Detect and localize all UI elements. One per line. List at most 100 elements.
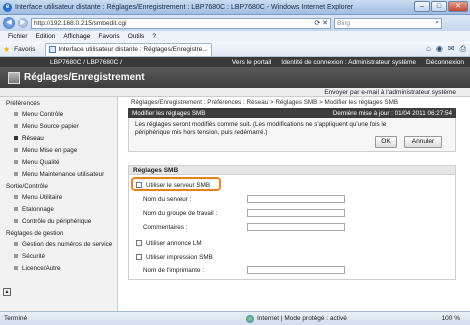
sidebar-section-gestion: Réglages de gestion [6,230,64,237]
sidebar-item-maintenance[interactable]: Menu Maintenance utilisateur [0,168,117,180]
menu-file[interactable]: Fichier [8,33,28,40]
status-text: Terminé [4,315,28,322]
menu-view[interactable]: Affichage [63,33,90,40]
feeds-icon[interactable]: ◉ [436,44,443,54]
use-lm-checkbox[interactable] [136,240,142,246]
use-smb-server-label: Utiliser le serveur SMB [146,181,211,189]
sidebar-item-menu-controle[interactable]: Menu Contrôle [0,108,117,120]
settings-icon [8,71,20,84]
favorites-star-icon[interactable]: ★ [3,45,10,54]
sidebar-item-qualite[interactable]: Menu Qualité [0,156,117,168]
search-placeholder: Bing [337,19,351,27]
favorites-bar: ★ Favoris Interface utilisateur distante… [0,42,470,57]
bullet-icon [14,136,18,140]
bullet-icon [14,242,18,246]
logout-link[interactable]: Déconnexion [426,59,464,66]
menu-help[interactable]: ? [152,33,156,40]
use-lm-label: Utiliser annonce LM [146,239,202,247]
email-bar: Envoyer par e-mail à l'administrateur sy… [0,88,470,97]
bullet-icon [14,160,18,164]
minimize-button[interactable]: – [414,1,430,12]
zoom-level[interactable]: 100 % [442,315,460,322]
ie-logo-icon: e [3,2,12,12]
panel-title: Modifier les réglages SMB [132,109,206,117]
sidebar-item-utilitaire[interactable]: Menu Utilitaire [0,191,117,203]
sidebar-item-label: Réseau [22,134,44,142]
print-icon[interactable]: ⎙ [460,44,466,54]
breadcrumb: Réglages/Enregistrement : Préférences : … [131,99,399,106]
cancel-button[interactable]: Annuler [404,136,442,148]
sidebar-item-label: Menu Qualité [22,158,60,166]
status-bar: Terminé Internet | Mode protégé : activé… [0,311,470,325]
use-smb-server-checkbox[interactable] [136,182,142,188]
url-field[interactable]: http://192.168.0.215/smbedit.cgi ⟳ ✕ [31,17,331,29]
use-smb-server-row[interactable]: Utiliser le serveur SMB [136,180,210,190]
url-text: http://192.168.0.215/smbedit.cgi [34,19,127,27]
sidebar-item-reseau[interactable]: Réseau [0,132,117,144]
bullet-icon [14,112,18,116]
use-smb-print-label: Utiliser impression SMB [146,253,213,261]
email-admin-link[interactable]: Envoyer par e-mail à l'administrateur sy… [324,89,456,96]
bullet-icon [14,148,18,152]
use-smb-print-checkbox[interactable] [136,254,142,260]
comments-input[interactable] [247,223,345,231]
main-panel: Réglages/Enregistrement : Préférences : … [128,97,456,280]
search-icon[interactable]: ⌕ [435,19,439,27]
close-button[interactable]: ✕ [448,1,468,12]
menu-favorites[interactable]: Favoris [98,33,119,40]
panel-header: Modifier les réglages SMB Dernière mise … [128,108,456,118]
page-icon [49,46,57,53]
workgroup-input[interactable] [247,209,345,217]
search-field[interactable]: Bing ⌕ [334,17,442,29]
sidebar-item-label: Menu Source papier [22,122,79,130]
refresh-icon[interactable]: ⟳ ✕ [314,19,328,27]
sidebar-section-sortie: Sortie/Contrôle [6,183,48,190]
security-zone: Internet | Mode protégé : activé [246,314,347,323]
sidebar-item-securite[interactable]: Sécurité [0,250,117,262]
sidebar-item-label: Licence/Autre [22,264,61,272]
menu-edit[interactable]: Edition [36,33,56,40]
use-lm-row[interactable]: Utiliser annonce LM [136,238,202,248]
smb-section-body: Utiliser le serveur SMB Nom du serveur :… [129,175,455,279]
window-title: Interface utilisateur distante : Réglage… [15,3,354,11]
forward-button[interactable]: ▶ [18,18,28,28]
address-bar: ◀ ▶ http://192.168.0.215/smbedit.cgi ⟳ ✕… [0,15,470,31]
notice-box: Les réglages seront modifiés comme suit.… [128,118,456,152]
home-icon[interactable]: ⌂ [426,44,431,54]
bullet-icon [14,254,18,258]
bullet-icon [14,219,18,223]
sidebar-item-source-papier[interactable]: Menu Source papier [0,120,117,132]
page-content: LBP7680C / LBP7680C / Vers le portail Id… [0,57,470,311]
mail-icon[interactable]: ✉ [448,44,455,54]
app-header: Réglages/Enregistrement [0,67,470,88]
sidebar-item-licence[interactable]: Licence/Autre [0,262,117,274]
printer-name-input[interactable] [247,266,345,274]
bullet-icon [14,195,18,199]
back-button[interactable]: ◀ [3,17,15,29]
sidebar-item-mise-en-page[interactable]: Menu Mise en page [0,144,117,156]
back-to-top-icon[interactable]: ▲ [3,288,11,296]
smb-section-title: Réglages SMB [129,166,455,175]
sidebar-item-etalonnage[interactable]: Etalonnage [0,203,117,215]
maximize-button[interactable]: □ [431,1,447,12]
menu-tools[interactable]: Outils [128,33,145,40]
app-title: Réglages/Enregistrement [24,72,145,83]
ok-button[interactable]: OK [375,136,397,148]
sidebar-item-label: Menu Utilitaire [22,193,63,201]
browser-tab[interactable]: Interface utilisateur distante : Réglage… [45,42,212,56]
login-id: Identité de connexion : Administrateur s… [281,58,417,66]
use-smb-print-row[interactable]: Utiliser impression SMB [136,252,213,262]
favorites-label[interactable]: Favoris [14,46,35,53]
sidebar-section-preferences: Préférences [6,100,40,107]
zone-text: Internet | Mode protégé : activé [257,315,347,322]
notice-message: Les réglages seront modifiés comme suit.… [135,121,387,136]
sidebar-item-controle-peripherique[interactable]: Contrôle du périphérique [0,215,117,227]
server-name-input[interactable] [247,195,345,203]
bullet-icon [14,124,18,128]
workgroup-label: Nom du groupe de travail : [143,210,218,217]
sidebar-item-label: Menu Contrôle [22,110,64,118]
sidebar-item-label: Contrôle du périphérique [22,217,92,225]
portal-link[interactable]: Vers le portail [232,59,271,66]
sidebar-item-numeros-service[interactable]: Gestion des numéros de service [0,238,117,250]
smb-settings-section: Réglages SMB Utiliser le serveur SMB Nom… [128,165,456,280]
